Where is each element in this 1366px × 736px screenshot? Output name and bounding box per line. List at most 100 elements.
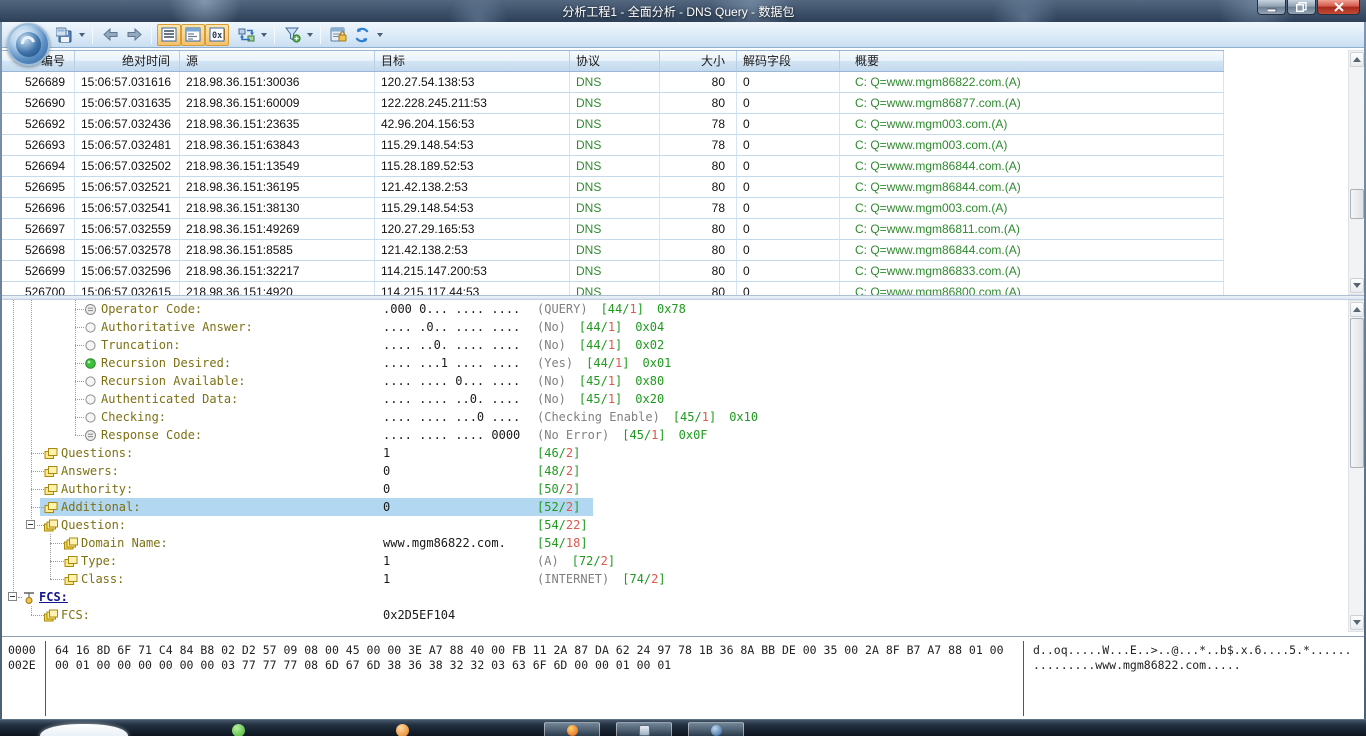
filter-dropdown[interactable]	[304, 24, 315, 46]
transfer-button[interactable]	[234, 24, 258, 46]
decode-row[interactable]: Question:[54/22]	[0, 516, 1348, 534]
refresh-button[interactable]	[350, 24, 374, 46]
hex-bytes-column[interactable]: 64 16 8D 6F 71 C4 84 B8 02 D2 57 09 08 0…	[55, 643, 1004, 673]
table-row[interactable]: 52669415:06:57.032502218.98.36.151:13549…	[0, 156, 1224, 177]
column-header-time[interactable]: 绝对时间	[75, 51, 180, 71]
table-row[interactable]: 52669315:06:57.032481218.98.36.151:63843…	[0, 135, 1224, 156]
hex-divider	[1023, 641, 1024, 716]
table-row[interactable]: 52669615:06:57.032541218.98.36.151:38130…	[0, 198, 1224, 219]
start-orb[interactable]	[40, 724, 128, 736]
column-header-size[interactable]: 大小	[660, 51, 737, 71]
app-logo-icon[interactable]	[7, 23, 50, 66]
refresh-dropdown[interactable]	[374, 24, 385, 46]
column-header-proto[interactable]: 协议	[570, 51, 660, 71]
packet-table-header[interactable]: 编号绝对时间源目标协议大小解码字段概要	[0, 50, 1224, 72]
decode-row[interactable]: Operator Code:.000 0... .... ....(QUERY)…	[0, 300, 1348, 318]
decode-row[interactable]: Authoritative Answer:.... .0.. .... ....…	[0, 318, 1348, 336]
chevron-down-icon	[79, 33, 85, 37]
save-dropdown[interactable]	[76, 24, 87, 46]
scrollbar-thumb[interactable]	[1350, 189, 1364, 219]
decode-row[interactable]: FCS:0x2D5EF104	[0, 606, 1348, 624]
forward-button[interactable]	[122, 24, 146, 46]
decode-view-button[interactable]	[181, 24, 205, 46]
hex-ascii-column[interactable]: d..oq.....W...E..>..@...*..b$.x.6....5.*…	[1033, 643, 1352, 673]
taskbar-button-browser[interactable]	[544, 722, 600, 736]
transfer-dropdown[interactable]	[258, 24, 269, 46]
table-row[interactable]: 52669515:06:57.032521218.98.36.151:36195…	[0, 177, 1224, 198]
decode-row[interactable]: Questions:1[46/2]	[0, 444, 1348, 462]
decode-row[interactable]: Authority:0[50/2]	[0, 480, 1348, 498]
tree-connector	[31, 489, 44, 490]
column-header-summary[interactable]: 概要	[840, 51, 1224, 71]
packet-log-button[interactable]	[326, 24, 350, 46]
cell-proto: DNS	[570, 261, 660, 282]
taskbar-button-window[interactable]	[616, 722, 672, 736]
decode-row[interactable]: Type:1(A)[72/2]	[0, 552, 1348, 570]
radio-off-icon	[84, 411, 97, 424]
cell-src: 218.98.36.151:60009	[180, 93, 375, 114]
decode-row[interactable]: Answers:0[48/2]	[0, 462, 1348, 480]
decode-row[interactable]: Recursion Desired:.... ...1 .... ....(Ye…	[0, 354, 1348, 372]
back-button[interactable]	[98, 24, 122, 46]
hex-offset: 0000	[8, 643, 36, 658]
table-row[interactable]: 52670015:06:57.032615218.98.36.151:49201…	[0, 282, 1224, 295]
toolbar-separator	[92, 26, 93, 44]
field-label: Recursion Available:	[101, 372, 246, 390]
hex-view-button[interactable]: 0x	[205, 24, 229, 46]
table-row[interactable]: 52669915:06:57.032596218.98.36.151:32217…	[0, 261, 1224, 282]
save-button[interactable]	[52, 24, 76, 46]
table-row[interactable]: 52669015:06:57.031635218.98.36.151:60009…	[0, 93, 1224, 114]
cell-src: 218.98.36.151:4920	[180, 282, 375, 295]
collapse-toggle-icon[interactable]	[26, 520, 35, 529]
decode-row[interactable]: Domain Name:www.mgm86822.com.[54/18]	[0, 534, 1348, 552]
field-label: Type:	[81, 552, 117, 570]
scrollbar-thumb[interactable]	[1350, 318, 1364, 468]
close-button[interactable]	[1317, 0, 1360, 15]
cell-dst: 114.215.117.44:53	[375, 282, 570, 295]
scroll-down-icon[interactable]	[1350, 615, 1364, 630]
packet-list-view-button[interactable]	[157, 24, 181, 46]
cell-proto: DNS	[570, 156, 660, 177]
restore-button[interactable]	[1287, 0, 1316, 15]
filter-button[interactable]	[280, 24, 304, 46]
decode-row[interactable]: Authenticated Data:.... .... ..0. ....(N…	[0, 390, 1348, 408]
cell-dst: 121.42.138.2:53	[375, 240, 570, 261]
scroll-down-icon[interactable]	[1350, 278, 1364, 293]
cell-dst: 115.29.148.54:53	[375, 198, 570, 219]
decode-scrollbar[interactable]	[1348, 300, 1365, 632]
collapse-toggle-icon[interactable]	[8, 592, 17, 601]
tray-icon-green[interactable]	[232, 724, 245, 736]
decode-row[interactable]: Additional:0[52/2]	[0, 498, 1348, 516]
cell-no: 526698	[0, 240, 75, 261]
decode-row[interactable]: Response Code:.... .... .... 0000(No Err…	[0, 426, 1348, 444]
column-header-dst[interactable]: 目标	[375, 51, 570, 71]
field-label: Authoritative Answer:	[101, 318, 253, 336]
tray-icon-orange[interactable]	[396, 724, 409, 736]
cell-time: 15:06:57.032436	[75, 114, 180, 135]
column-header-decode[interactable]: 解码字段	[737, 51, 840, 71]
field-note: (No Error)	[537, 426, 609, 444]
taskbar-button-analyzer[interactable]	[688, 722, 744, 736]
decode-row[interactable]: Recursion Available:.... .... 0... ....(…	[0, 372, 1348, 390]
field-mask: 0x04	[635, 318, 664, 336]
table-row[interactable]: 52669215:06:57.032436218.98.36.151:23635…	[0, 114, 1224, 135]
field-icon	[64, 573, 77, 586]
cell-summary: C: Q=www.mgm86844.com.(A)	[840, 240, 1224, 261]
packet-list-scrollbar[interactable]	[1348, 50, 1365, 295]
scroll-up-icon[interactable]	[1350, 302, 1364, 317]
table-row[interactable]: 52668915:06:57.031616218.98.36.151:30036…	[0, 72, 1224, 93]
decode-row[interactable]: Truncation:.... ..0. .... ....(No)[44/1]…	[0, 336, 1348, 354]
field-note: (Yes)	[537, 354, 573, 372]
decode-row[interactable]: Class:1(INTERNET)[74/2]	[0, 570, 1348, 588]
field-note: (No)	[537, 318, 566, 336]
minimize-button[interactable]	[1257, 0, 1286, 15]
scroll-up-icon[interactable]	[1350, 52, 1364, 67]
table-row[interactable]: 52669715:06:57.032559218.98.36.151:49269…	[0, 219, 1224, 240]
table-row[interactable]: 52669815:06:57.032578218.98.36.151:85851…	[0, 240, 1224, 261]
decode-row[interactable]: FCS:	[0, 588, 1348, 606]
cell-no: 526695	[0, 177, 75, 198]
analyzer-icon	[711, 725, 722, 736]
decode-row[interactable]: Checking:.... .... ...0 ....(Checking En…	[0, 408, 1348, 426]
column-header-src[interactable]: 源	[180, 51, 375, 71]
hex-bytes-line: 64 16 8D 6F 71 C4 84 B8 02 D2 57 09 08 0…	[55, 643, 1004, 658]
